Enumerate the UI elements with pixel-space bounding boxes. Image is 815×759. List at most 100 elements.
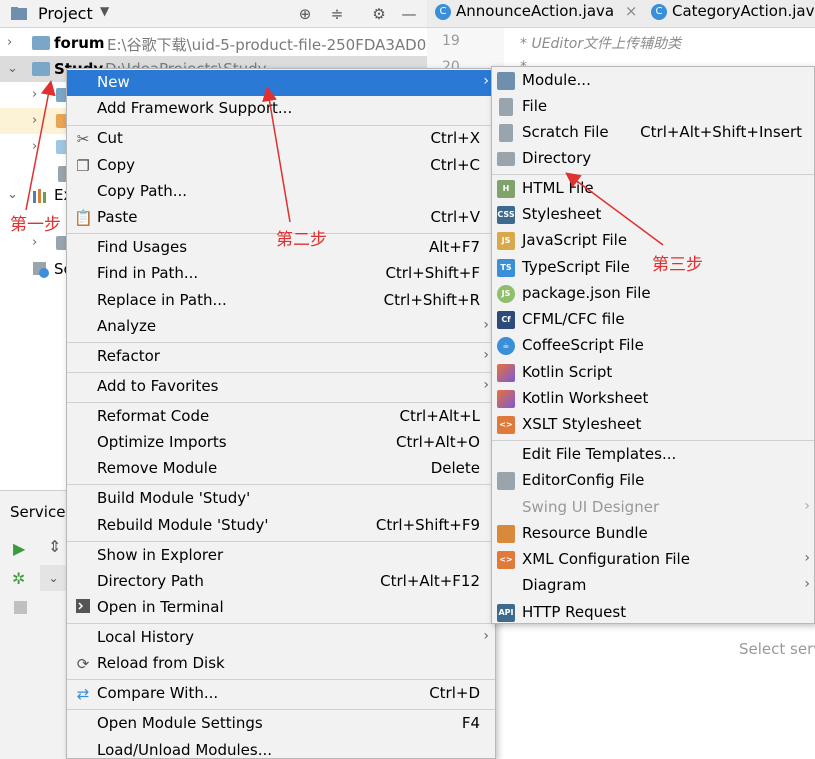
resource-bundle-icon xyxy=(497,525,515,543)
submenu-item-edit-file-templates[interactable]: Edit File Templates... xyxy=(492,442,814,468)
chevron-down-icon[interactable]: ▼ xyxy=(100,4,109,18)
chevron-down-icon[interactable]: ⌄ xyxy=(7,187,18,202)
menu-item-analyze[interactable]: Analyze › xyxy=(67,314,495,340)
menu-item-compare-with[interactable]: ⇄ Compare With... Ctrl+D xyxy=(67,681,495,707)
chevron-down-icon[interactable]: ⌄ xyxy=(40,565,67,591)
submenu-item-label: package.json File xyxy=(522,284,651,302)
line-number: 19 xyxy=(442,33,460,49)
menu-item-cut[interactable]: ✂ Cut Ctrl+X xyxy=(67,126,495,152)
submenu-item-label: XSLT Stylesheet xyxy=(522,415,642,433)
project-icon xyxy=(10,6,28,22)
nodejs-icon: JS xyxy=(497,285,515,303)
submenu-item-editorconfig-file[interactable]: EditorConfig File xyxy=(492,468,814,494)
services-title[interactable]: Services xyxy=(10,503,73,521)
html-file-icon: H xyxy=(497,180,515,198)
chevron-down-icon[interactable]: ⌄ xyxy=(7,61,18,76)
ts-file-icon: TS xyxy=(497,259,515,277)
menu-item-label: New xyxy=(97,73,130,91)
chevron-right-icon[interactable]: › xyxy=(32,235,37,250)
menu-item-reformat-code[interactable]: Reformat Code Ctrl+Alt+L xyxy=(67,404,495,430)
expand-all-icon[interactable]: ⇕ xyxy=(48,537,61,556)
run-icon[interactable]: ▶ xyxy=(13,539,25,558)
menu-item-directory-path[interactable]: Directory Path Ctrl+Alt+F12 xyxy=(67,569,495,595)
tab-label: CategoryAction.jav xyxy=(672,2,815,20)
menu-item-refactor[interactable]: Refactor › xyxy=(67,344,495,370)
submenu-item-label: EditorConfig File xyxy=(522,471,645,489)
scissors-icon: ✂ xyxy=(76,130,90,148)
submenu-item-http-request[interactable]: API HTTP Request xyxy=(492,600,814,626)
submenu-item-directory[interactable]: Directory xyxy=(492,146,814,172)
submenu-item-kotlin-worksheet[interactable]: Kotlin Worksheet xyxy=(492,386,814,412)
submenu-item-module[interactable]: Module... xyxy=(492,68,814,94)
menu-item-copy-path[interactable]: Copy Path... xyxy=(67,179,495,205)
menu-item-label: Analyze xyxy=(97,317,157,335)
tab-announce-action[interactable]: C AnnounceAction.java × xyxy=(435,2,637,28)
menu-item-replace-in-path[interactable]: Replace in Path... Ctrl+Shift+R xyxy=(67,288,495,314)
minimize-icon[interactable]: — xyxy=(399,4,419,24)
class-icon: C xyxy=(435,3,451,20)
menu-item-remove-module[interactable]: Remove Module Delete xyxy=(67,456,495,482)
menu-item-load-unload-modules[interactable]: Load/Unload Modules... xyxy=(67,738,495,759)
menu-item-build-module[interactable]: Build Module 'Study' xyxy=(67,486,495,512)
submenu-item-swing-ui-designer[interactable]: Swing UI Designer › xyxy=(492,495,814,521)
menu-item-local-history[interactable]: Local History › xyxy=(67,625,495,651)
menu-item-add-framework-support[interactable]: Add Framework Support... xyxy=(67,96,495,122)
submenu-item-scratch-file[interactable]: Scratch File Ctrl+Alt+Shift+Insert xyxy=(492,120,814,146)
submenu-item-xslt-stylesheet[interactable]: <> XSLT Stylesheet xyxy=(492,412,814,438)
submenu-item-stylesheet[interactable]: CSS Stylesheet xyxy=(492,202,814,228)
submenu-item-coffeescript-file[interactable]: ☕ CoffeeScript File xyxy=(492,333,814,359)
menu-item-label: Load/Unload Modules... xyxy=(97,741,273,759)
menu-item-rebuild-module[interactable]: Rebuild Module 'Study' Ctrl+Shift+F9 xyxy=(67,513,495,539)
chevron-right-icon[interactable]: › xyxy=(7,35,12,50)
menu-item-show-in-explorer[interactable]: Show in Explorer xyxy=(67,543,495,569)
submenu-item-label: Stylesheet xyxy=(522,205,602,223)
paste-icon: 📋 xyxy=(74,209,93,227)
chevron-right-icon[interactable]: › xyxy=(32,139,37,154)
menu-item-open-module-settings[interactable]: Open Module Settings F4 xyxy=(67,711,495,737)
submenu-item-kotlin-script[interactable]: Kotlin Script xyxy=(492,360,814,386)
menu-item-label: Build Module 'Study' xyxy=(97,489,251,507)
menu-item-open-in-terminal[interactable]: Open in Terminal xyxy=(67,595,495,621)
file-icon xyxy=(499,98,513,116)
submenu-item-resource-bundle[interactable]: Resource Bundle xyxy=(492,521,814,547)
collapse-icon[interactable]: ≑ xyxy=(327,4,347,24)
menu-item-shortcut: Ctrl+Shift+R xyxy=(383,291,480,309)
chevron-right-icon[interactable]: › xyxy=(32,87,37,102)
menu-item-shortcut: Delete xyxy=(430,459,480,477)
chevron-right-icon[interactable]: › xyxy=(32,113,37,128)
project-title[interactable]: Project xyxy=(38,4,93,23)
menu-item-reload-from-disk[interactable]: ⟳ Reload from Disk xyxy=(67,651,495,677)
stop-icon[interactable] xyxy=(14,601,27,614)
submenu-item-xml-configuration-file[interactable]: <> XML Configuration File › xyxy=(492,547,814,573)
submenu-item-package-json[interactable]: JS package.json File xyxy=(492,281,814,307)
menu-item-optimize-imports[interactable]: Optimize Imports Ctrl+Alt+O xyxy=(67,430,495,456)
tab-category-action[interactable]: C CategoryAction.jav xyxy=(651,2,815,28)
kotlin-icon xyxy=(497,390,515,408)
submenu-item-label: Swing UI Designer xyxy=(522,498,660,516)
menu-item-add-to-favorites[interactable]: Add to Favorites › xyxy=(67,374,495,400)
debug-icon[interactable]: ✲ xyxy=(12,569,25,588)
submenu-item-html-file[interactable]: H HTML File xyxy=(492,176,814,202)
chevron-right-icon: › xyxy=(483,317,489,333)
gear-icon[interactable]: ⚙ xyxy=(369,4,389,24)
menu-item-copy[interactable]: ❐ Copy Ctrl+C xyxy=(67,153,495,179)
menu-item-label: Show in Explorer xyxy=(97,546,224,564)
close-icon[interactable]: × xyxy=(625,2,638,20)
tree-item-forum[interactable]: › forum E:\谷歌下载\uid-5-product-file-250FD… xyxy=(0,30,427,56)
kotlin-icon xyxy=(497,364,515,382)
menu-item-label: Add to Favorites xyxy=(97,377,219,395)
submenu-item-cfml-file[interactable]: Cf CFML/CFC file xyxy=(492,307,814,333)
code-editor[interactable]: * UEditor文件上传辅助类 * xyxy=(504,28,815,75)
submenu-item-file[interactable]: File xyxy=(492,94,814,120)
menu-item-label: Open in Terminal xyxy=(97,598,224,616)
menu-item-label: Copy xyxy=(97,156,136,174)
new-submenu: Module... File Scratch File Ctrl+Alt+Shi… xyxy=(491,66,815,624)
code-comment: * UEditor文件上传辅助类 xyxy=(520,36,682,52)
terminal-icon xyxy=(74,599,92,617)
menu-item-find-in-path[interactable]: Find in Path... Ctrl+Shift+F xyxy=(67,261,495,287)
locate-icon[interactable]: ⊕ xyxy=(295,4,315,24)
submenu-item-diagram[interactable]: Diagram › xyxy=(492,573,814,599)
submenu-item-label: Scratch File xyxy=(522,123,609,141)
menu-item-new[interactable]: New › xyxy=(67,70,495,96)
annotation-step-2: 第二步 xyxy=(276,230,327,250)
